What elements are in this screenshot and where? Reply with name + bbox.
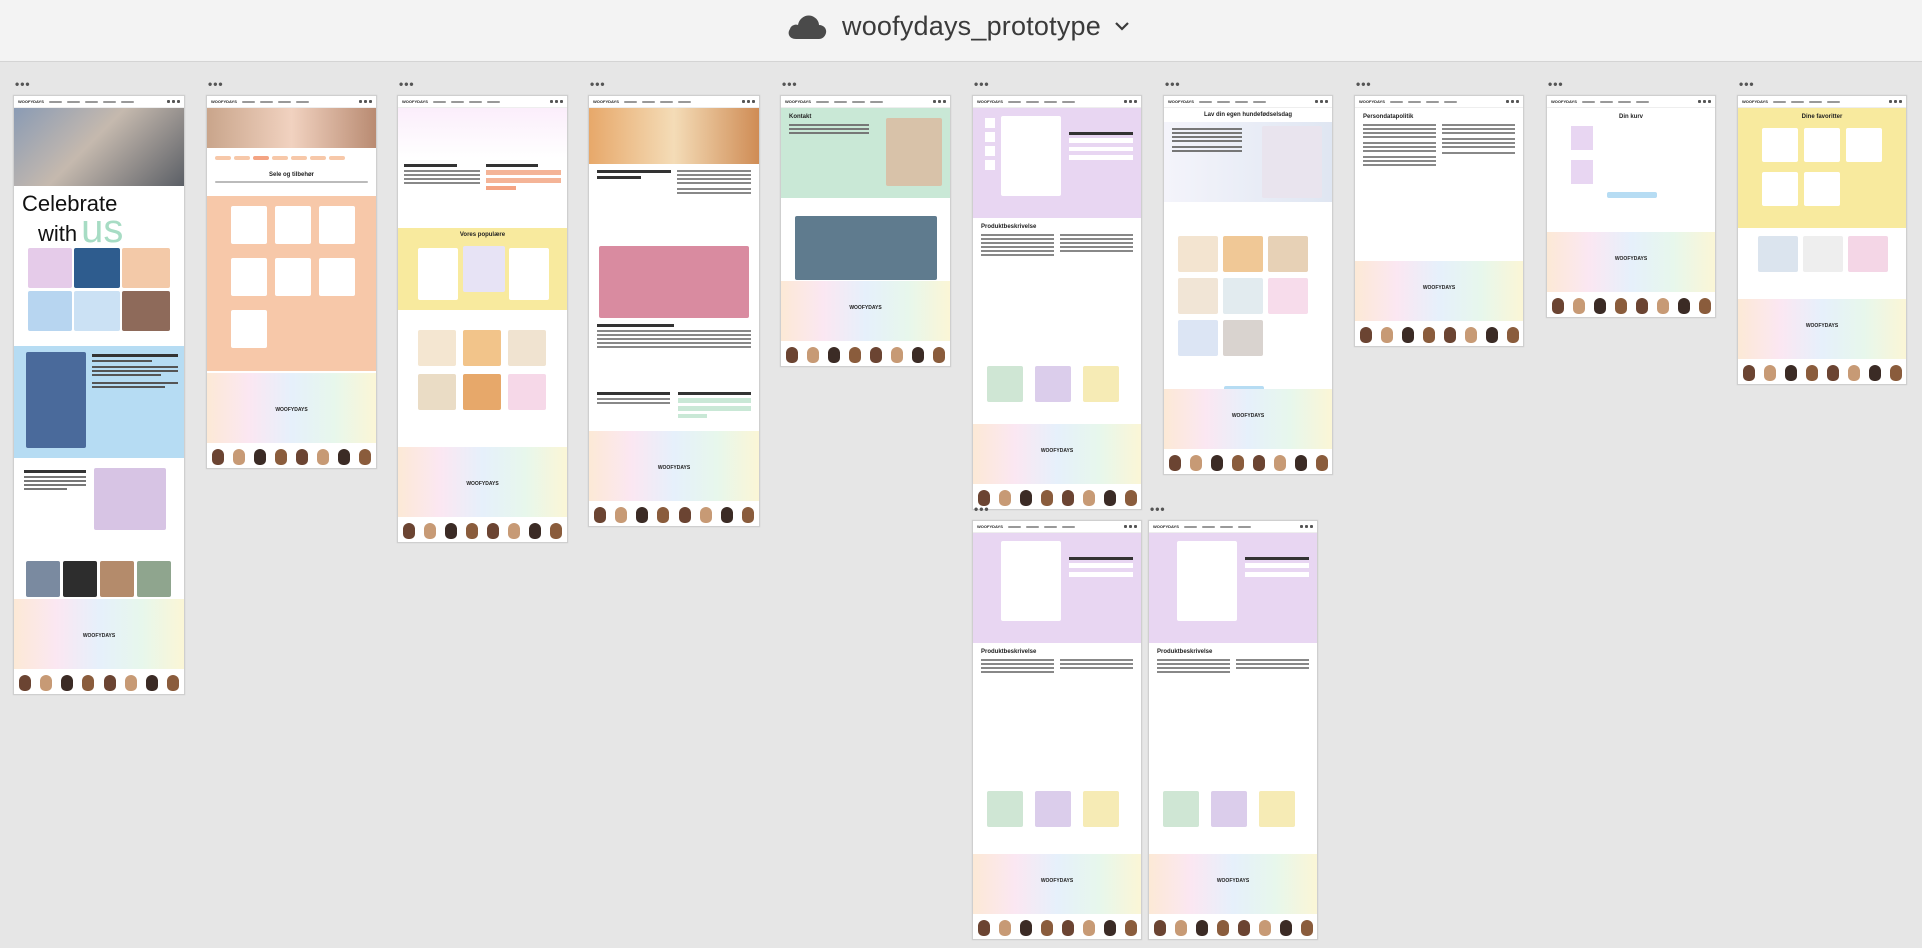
all-products bbox=[418, 318, 547, 448]
frame-favorites[interactable]: ••• WOOFYDAYS Dine favoritter WOOFYDAYS bbox=[1737, 78, 1907, 385]
frame-contact[interactable]: ••• WOOFYDAYS Kontakt WOOFYDAYS bbox=[780, 78, 951, 367]
frame-footer: WOOFYDAYS bbox=[1738, 299, 1906, 359]
frame-menu-icon[interactable]: ••• bbox=[1150, 503, 1166, 515]
frame-birthday[interactable]: ••• WOOFYDAYS Vores populære WOOFYDAYS bbox=[397, 78, 568, 543]
frame-nav: WOOFYDAYS bbox=[14, 96, 184, 108]
frame-canvas: WOOFYDAYS Kontakt WOOFYDAYS bbox=[780, 95, 951, 367]
nav-logo: WOOFYDAYS bbox=[18, 99, 44, 104]
paw-border bbox=[1149, 914, 1317, 939]
frame-heading: Sele og tilbehør bbox=[268, 172, 314, 178]
frame-canvas: WOOFYDAYS Lav din egen hundefødselsdag W… bbox=[1163, 95, 1333, 475]
paw-border bbox=[973, 484, 1141, 509]
frame-canvas: WOOFYDAYS Produktbeskrivelse WOOFYDAYS bbox=[972, 520, 1142, 940]
frame-canvas: WOOFYDAYS Produktbeskrivelse WOOFYDAYS bbox=[972, 95, 1142, 510]
frame-footer: WOOFYDAYS bbox=[1547, 232, 1715, 292]
frame-menu-icon[interactable]: ••• bbox=[782, 78, 798, 90]
paw-border bbox=[207, 443, 376, 468]
about-image bbox=[599, 246, 749, 318]
paw-border bbox=[398, 517, 567, 542]
frame-menu-icon[interactable]: ••• bbox=[1356, 78, 1372, 90]
category-grid bbox=[28, 248, 170, 334]
window-titlebar: woofydays_prototype bbox=[0, 0, 1922, 62]
about-section bbox=[14, 346, 184, 458]
project-title: woofydays_prototype bbox=[842, 10, 1101, 41]
frame-footer: WOOFYDAYS bbox=[589, 431, 759, 501]
frame-menu-icon[interactable]: ••• bbox=[974, 503, 990, 515]
prototype-canvas[interactable]: ••• WOOFYDAYS Celebrate with us WOOFYDAY… bbox=[0, 62, 1922, 948]
hero-image bbox=[14, 108, 184, 186]
frame-menu-icon[interactable]: ••• bbox=[15, 78, 31, 90]
project-title-dropdown[interactable]: woofydays_prototype bbox=[786, 8, 1129, 44]
paw-border bbox=[973, 914, 1141, 939]
frame-footer: WOOFYDAYS bbox=[973, 424, 1141, 484]
frame-product[interactable]: ••• WOOFYDAYS Produktbeskrivelse WOOFYDA… bbox=[972, 78, 1142, 510]
frame-menu-icon[interactable]: ••• bbox=[399, 78, 415, 90]
gallery-strip bbox=[26, 561, 172, 601]
frame-menu-icon[interactable]: ••• bbox=[590, 78, 606, 90]
frame-footer: WOOFYDAYS bbox=[207, 373, 376, 443]
frame-footer: WOOFYDAYS bbox=[398, 447, 567, 517]
banner bbox=[207, 108, 376, 148]
frame-footer: WOOFYDAYS bbox=[1149, 854, 1317, 914]
paw-border bbox=[781, 341, 950, 366]
frame-products[interactable]: ••• WOOFYDAYS Sele og tilbehør WOOFYDAYS bbox=[206, 78, 377, 469]
frame-canvas: WOOFYDAYS Celebrate with us WOOFYDAYS bbox=[13, 95, 185, 695]
frame-footer: WOOFYDAYS bbox=[973, 854, 1141, 914]
contact-image bbox=[795, 216, 937, 280]
paw-border bbox=[14, 669, 184, 694]
frame-diy-birthday[interactable]: ••• WOOFYDAYS Lav din egen hundefødselsd… bbox=[1163, 78, 1333, 475]
frame-footer: WOOFYDAYS bbox=[14, 599, 184, 669]
chevron-down-icon[interactable] bbox=[1115, 21, 1129, 31]
frame-menu-icon[interactable]: ••• bbox=[974, 78, 990, 90]
frame-canvas: WOOFYDAYS Produktbeskrivelse WOOFYDAYS bbox=[1148, 520, 1318, 940]
frame-menu-icon[interactable]: ••• bbox=[1165, 78, 1181, 90]
frame-menu-icon[interactable]: ••• bbox=[1548, 78, 1564, 90]
popular-section: Vores populære bbox=[398, 228, 567, 310]
frame-canvas: WOOFYDAYS Vores populære WOOFYDAYS bbox=[397, 95, 568, 543]
frame-menu-icon[interactable]: ••• bbox=[1739, 78, 1755, 90]
frame-footer: WOOFYDAYS bbox=[1355, 261, 1523, 321]
frame-cart[interactable]: ••• WOOFYDAYS Din kurv WOOFYDAYS bbox=[1546, 78, 1716, 318]
frame-canvas: WOOFYDAYS WOOFYDAYS bbox=[588, 95, 760, 527]
frame-canvas: WOOFYDAYS Din kurv WOOFYDAYS bbox=[1546, 95, 1716, 318]
paw-border bbox=[589, 501, 759, 526]
frame-about[interactable]: ••• WOOFYDAYS WOOFYDAYS bbox=[588, 78, 760, 527]
frame-home[interactable]: ••• WOOFYDAYS Celebrate with us WOOFYDAY… bbox=[13, 78, 185, 695]
frame-footer: WOOFYDAYS bbox=[1164, 389, 1332, 449]
frame-menu-icon[interactable]: ••• bbox=[208, 78, 224, 90]
frame-canvas: WOOFYDAYS Persondatapolitik WOOFYDAYS bbox=[1354, 95, 1524, 347]
paw-border bbox=[1164, 449, 1332, 474]
paw-border bbox=[1738, 359, 1906, 384]
frame-product-variant-a[interactable]: ••• WOOFYDAYS Produktbeskrivelse WOOFYDA… bbox=[972, 503, 1142, 940]
frame-privacy[interactable]: ••• WOOFYDAYS Persondatapolitik WOOFYDAY… bbox=[1354, 78, 1524, 347]
frame-canvas: WOOFYDAYS Dine favoritter WOOFYDAYS bbox=[1737, 95, 1907, 385]
frame-canvas: WOOFYDAYS Sele og tilbehør WOOFYDAYS bbox=[206, 95, 377, 469]
cloud-icon bbox=[788, 15, 827, 39]
birthday-section bbox=[14, 466, 184, 546]
frame-footer: WOOFYDAYS bbox=[781, 281, 950, 341]
hero-heading: Celebrate with us bbox=[22, 191, 124, 251]
product-grid bbox=[207, 196, 376, 371]
frame-product-variant-b[interactable]: ••• WOOFYDAYS Produktbeskrivelse WOOFYDA… bbox=[1148, 503, 1318, 940]
paw-border bbox=[1547, 292, 1715, 317]
paw-border bbox=[1355, 321, 1523, 346]
